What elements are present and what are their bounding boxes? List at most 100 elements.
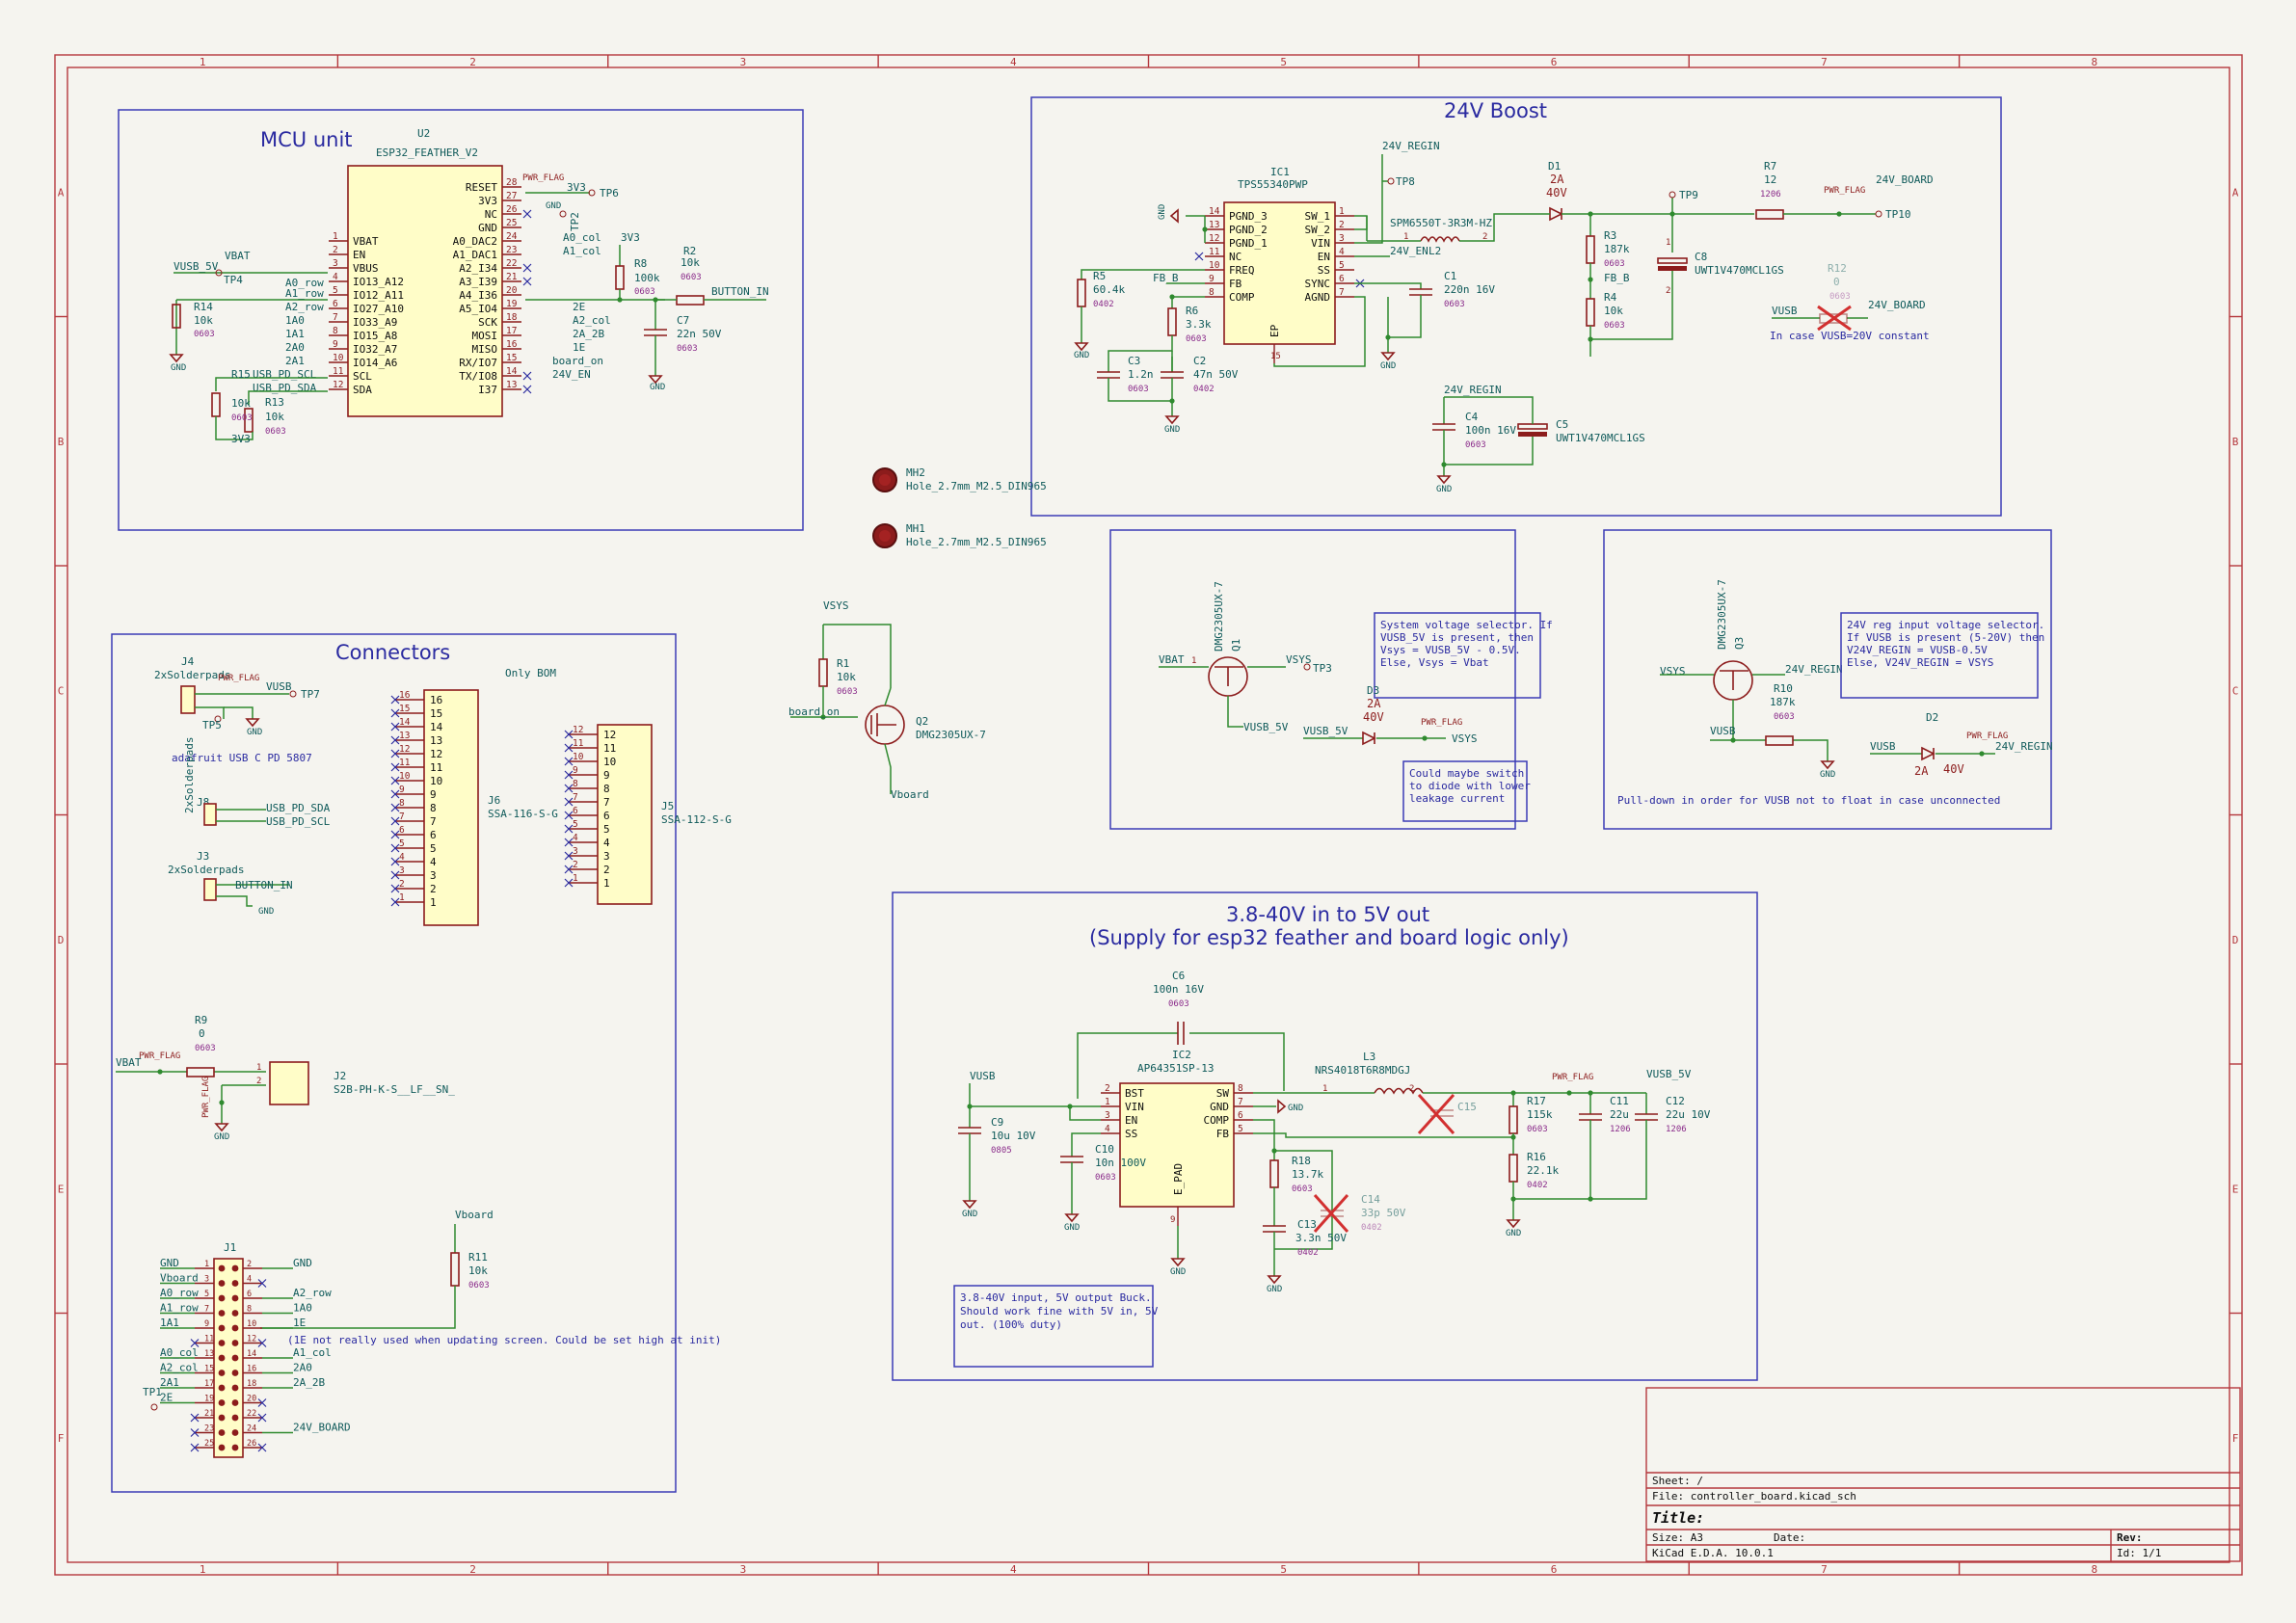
- gnd-mcu: GND: [546, 201, 561, 211]
- pin-name: PGND_3: [1229, 210, 1268, 223]
- r18-value: 13.7k: [1292, 1168, 1323, 1181]
- q2-vsys: VSYS: [823, 599, 849, 612]
- r9-vbat: VBAT: [116, 1056, 142, 1069]
- r13-value: 10k: [265, 411, 284, 423]
- pin-name: SW_2: [1305, 224, 1331, 236]
- net-a2-col: A2_col: [573, 314, 611, 327]
- sys-note-line-4: Else, Vsys = Vbat: [1380, 656, 1489, 669]
- mcu-unit: U2 ESP32_FEATHER_V2 1 VBAT 2 EN 3 VBUS 4 IO13_A…: [169, 127, 769, 445]
- title-label: Title:: [1652, 1509, 1704, 1527]
- r17-ref: R17: [1527, 1095, 1546, 1107]
- d2-ref: D2: [1926, 711, 1938, 724]
- pin-name: SW_1: [1305, 210, 1331, 223]
- r17-value: 115k: [1527, 1108, 1553, 1121]
- pin-name: MISO: [472, 343, 498, 356]
- r12-ref: R12: [1828, 262, 1847, 275]
- r16-value: 22.1k: [1527, 1164, 1559, 1177]
- buck-note-line-2: Should work fine with 5V in, 5V: [960, 1305, 1159, 1317]
- pin-number: 15: [506, 353, 517, 363]
- header-pin-number: 15: [399, 704, 410, 714]
- l2-pin-2: 2: [1482, 232, 1487, 242]
- pin-number: 26: [506, 204, 518, 215]
- pin-number: 10: [1209, 260, 1220, 271]
- pin-number: 9: [1209, 274, 1215, 284]
- pin-number: 10: [333, 353, 344, 363]
- header-pin-name: 4: [603, 837, 610, 849]
- c5-ref: C5: [1556, 418, 1568, 431]
- j1-pins: 1 2GND GND3 4Vboard5 6A0_row A2_row7 8A1_row 1A…: [160, 1257, 351, 1452]
- header-pin-name: 8: [603, 783, 610, 795]
- j1-connector[interactable]: [213, 1258, 244, 1458]
- d2-value: 2A: [1914, 764, 1929, 778]
- pin-name: COMP: [1229, 291, 1255, 304]
- net-1a1: 1A1: [285, 328, 305, 340]
- pin-number: 2: [1339, 220, 1345, 230]
- j1-right-net: 1A0: [293, 1302, 312, 1315]
- mounting-holes: MH2 Hole_2.7mm_M2.5_DIN965 MH1 Hole_2.7m…: [872, 466, 1047, 548]
- pin-number: 11: [1209, 247, 1220, 257]
- pin-name: FB: [1216, 1128, 1230, 1140]
- r6-value: 3.3k: [1186, 318, 1212, 331]
- pin-name: BST: [1125, 1087, 1144, 1100]
- pin-number: 18: [506, 312, 518, 323]
- j1-pin-number: 17: [204, 1379, 214, 1389]
- j1-pin-number: 23: [204, 1424, 214, 1434]
- c9-fp: 0805: [991, 1146, 1012, 1156]
- j2-connector[interactable]: [269, 1061, 309, 1105]
- j1-right-net: A1_col: [293, 1346, 332, 1359]
- buck-section-title-2: (Supply for esp32 feather and board logi…: [1089, 926, 1569, 949]
- c11-value: 22u: [1610, 1108, 1629, 1121]
- vboard-switch: VSYS R1 10k 0603 board_on Q2 DMG2305UX-7…: [788, 599, 986, 801]
- ic1-ep-pin: 15: [1270, 352, 1281, 361]
- pin-name: GND: [1210, 1101, 1229, 1113]
- pin-name: VBUS: [353, 262, 379, 275]
- j1-right-net: GND: [293, 1257, 312, 1269]
- header-pin-name: 12: [603, 729, 616, 741]
- l3-value: NRS4018T6R8MDGJ: [1315, 1064, 1410, 1077]
- pin-name: IO15_A8: [353, 330, 397, 342]
- j1-pin-number: 25: [204, 1439, 214, 1449]
- pin-number: 1: [1105, 1097, 1110, 1107]
- pin-number: 8: [1209, 287, 1215, 298]
- pin-name: A1_DAC1: [453, 249, 497, 261]
- tp3-label: TP3: [1313, 662, 1332, 675]
- pin-name: FB: [1229, 278, 1242, 290]
- header-pin-number: 2: [573, 860, 578, 870]
- border-col-label: 7: [1821, 56, 1828, 68]
- net-2e: 2E: [573, 301, 585, 313]
- r1-ref: R1: [837, 657, 849, 670]
- pin-number: 2: [1105, 1083, 1110, 1094]
- u2-value: ESP32_FEATHER_V2: [376, 146, 478, 159]
- border-col-label: 2: [469, 1563, 476, 1576]
- c5-value: UWT1V470MCL1GS: [1556, 432, 1645, 444]
- pin-name: IO13_A12: [353, 276, 404, 288]
- pin-number: 14: [1209, 206, 1220, 217]
- r14-value: 10k: [194, 314, 213, 327]
- c8-pin-2: 2: [1666, 286, 1670, 296]
- j1-left-net: A0_row: [160, 1287, 199, 1299]
- q3-vsys: VSYS: [1660, 665, 1686, 678]
- j1-right-net: 24V_BOARD: [293, 1422, 351, 1434]
- j1-ref: J1: [224, 1241, 236, 1254]
- c13-ref: C13: [1297, 1218, 1317, 1231]
- header-pin-number: 10: [399, 771, 411, 782]
- pin-number: 4: [1339, 247, 1345, 257]
- border-col-label: 8: [2092, 1563, 2098, 1576]
- border-col-label: 5: [1280, 1563, 1287, 1576]
- pin-number: 3: [1339, 233, 1345, 244]
- connectors-section-title: Connectors: [335, 641, 450, 664]
- net-24v-en: 24V_EN: [552, 368, 591, 381]
- r15-ref: R15: [231, 368, 251, 381]
- pin-name: IO14_A6: [353, 357, 397, 369]
- ic2-ref: IC2: [1172, 1049, 1191, 1061]
- header-pin-number: 10: [573, 752, 584, 762]
- header-pin-number: 11: [399, 758, 411, 768]
- r12-note: In case VUSB=20V constant: [1770, 330, 1930, 342]
- j1-pin-number: 4: [247, 1275, 252, 1285]
- buck-note-line-3: out. (100% duty): [960, 1318, 1062, 1331]
- q1-ref: Q1: [1230, 639, 1242, 652]
- border-col-label: 4: [1010, 56, 1017, 68]
- c7-gnd: GND: [650, 383, 665, 392]
- l2-pin-1: 1: [1403, 232, 1408, 242]
- connectors-unit: J4 2xSolderpads TP7 VUSB PWR_FLAG TP5 GN…: [116, 655, 732, 1458]
